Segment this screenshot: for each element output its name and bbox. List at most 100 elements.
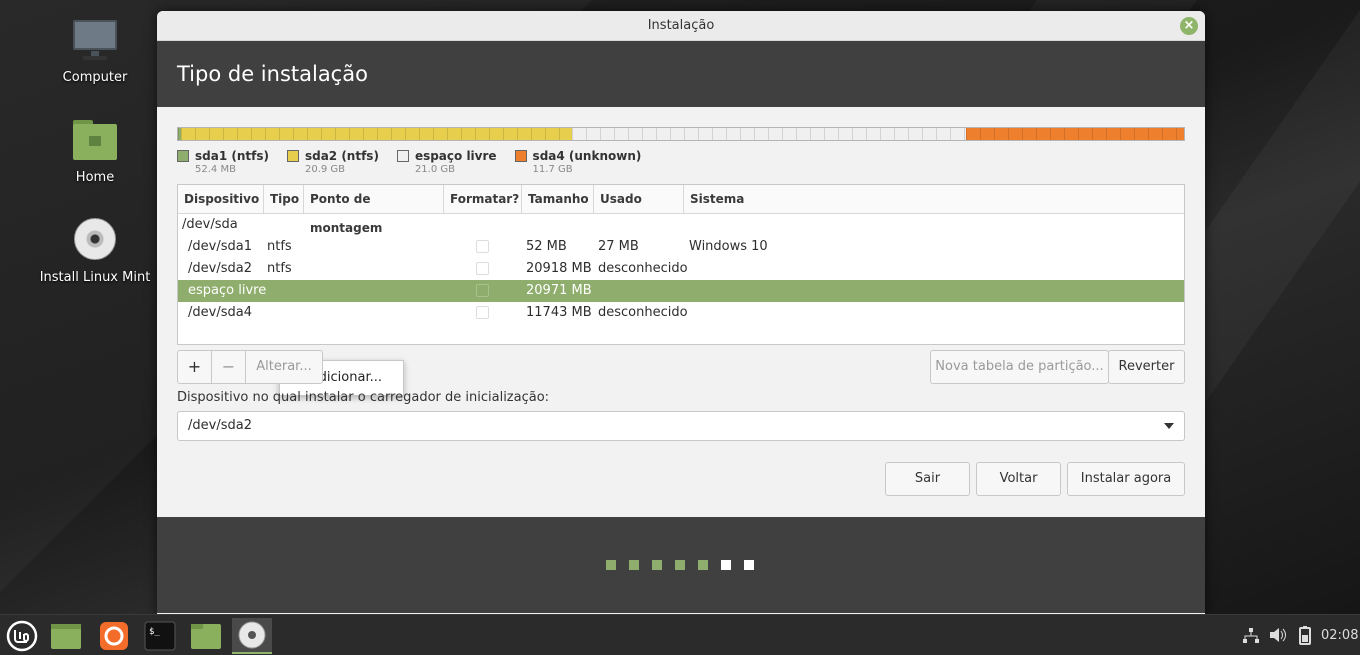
legend-item: espaço livre 21.0 GB bbox=[396, 149, 497, 175]
legend-name: sda2 (ntfs) bbox=[304, 149, 379, 163]
table-row[interactable]: /dev/sda2 ntfs 20918 MB desconhecido bbox=[178, 258, 1184, 280]
format-checkbox[interactable] bbox=[476, 240, 489, 253]
clock[interactable]: 02:08 bbox=[1321, 615, 1358, 655]
progress-dot bbox=[652, 560, 662, 570]
legend-item: sda2 (ntfs) 20.9 GB bbox=[286, 149, 379, 175]
cell-size: 20918 MB bbox=[526, 261, 592, 276]
folder-icon bbox=[191, 624, 221, 649]
cell-device: espaço livre bbox=[188, 283, 267, 298]
legend-swatch bbox=[396, 150, 409, 162]
taskbar-firefox[interactable] bbox=[94, 618, 134, 654]
cell-type: ntfs bbox=[267, 239, 292, 254]
cell-device: /dev/sda bbox=[182, 217, 238, 232]
legend-item: sda4 (unknown) 11.7 GB bbox=[514, 149, 642, 175]
quit-button[interactable]: Sair bbox=[885, 462, 970, 496]
add-partition-button[interactable]: + bbox=[178, 351, 212, 383]
cell-device: /dev/sda1 bbox=[188, 239, 252, 254]
partition-bar bbox=[177, 127, 1185, 141]
progress-dot bbox=[698, 560, 708, 570]
column-header[interactable]: Tipo bbox=[264, 185, 304, 213]
legend-name: sda4 (unknown) bbox=[532, 149, 642, 163]
table-header: Dispositivo Tipo Ponto de montagem Forma… bbox=[178, 185, 1184, 235]
partition-actions: + − Alterar... bbox=[177, 350, 323, 384]
column-header[interactable]: Tamanho bbox=[522, 185, 594, 213]
progress-dots bbox=[606, 560, 767, 570]
chevron-down-icon bbox=[1164, 423, 1174, 429]
footer bbox=[157, 517, 1205, 613]
remove-partition-button[interactable]: − bbox=[212, 351, 246, 383]
taskbar-files[interactable] bbox=[46, 618, 86, 654]
menu-button[interactable] bbox=[2, 618, 42, 654]
firefox-icon bbox=[100, 622, 128, 650]
taskbar-installer[interactable] bbox=[232, 618, 272, 654]
volume-icon[interactable] bbox=[1268, 615, 1288, 655]
desktop-icon-home[interactable]: Home bbox=[35, 118, 155, 185]
legend-swatch bbox=[177, 150, 189, 162]
partition-segment bbox=[966, 128, 1184, 140]
bootloader-selected-value: /dev/sda2 bbox=[188, 418, 252, 433]
install-now-button[interactable]: Instalar agora bbox=[1067, 462, 1185, 496]
svg-text:$_: $_ bbox=[149, 627, 160, 637]
format-checkbox[interactable] bbox=[476, 306, 489, 319]
legend-size: 21.0 GB bbox=[414, 164, 455, 175]
battery-icon[interactable] bbox=[1296, 615, 1314, 655]
column-header[interactable]: Ponto de montagem bbox=[304, 185, 444, 235]
table-row[interactable]: /dev/sda1 ntfs 52 MB 27 MB Windows 10 bbox=[178, 236, 1184, 258]
partition-segment bbox=[572, 128, 967, 140]
bootloader-select[interactable]: /dev/sda2 bbox=[177, 411, 1185, 441]
cell-device: /dev/sda2 bbox=[188, 261, 252, 276]
legend-swatch bbox=[514, 150, 527, 162]
back-button[interactable]: Voltar bbox=[976, 462, 1061, 496]
network-icon[interactable] bbox=[1242, 615, 1260, 655]
table-row-selected[interactable]: espaço livre 20971 MB bbox=[178, 280, 1184, 302]
taskbar: $_ 02:08 bbox=[0, 614, 1360, 655]
partition-legend: sda1 (ntfs) 52.4 MB sda2 (ntfs) 20.9 GB espa… bbox=[177, 149, 659, 175]
cell-size: 20971 MB bbox=[526, 283, 592, 298]
content-area: sda1 (ntfs) 52.4 MB sda2 (ntfs) 20.9 GB espa… bbox=[157, 107, 1205, 517]
installer-disc-icon bbox=[238, 621, 266, 649]
column-header[interactable]: Formatar? bbox=[444, 185, 522, 213]
change-partition-button[interactable]: Alterar... bbox=[246, 351, 322, 383]
computer-icon bbox=[71, 18, 119, 62]
new-partition-table-button[interactable]: Nova tabela de partição... bbox=[930, 350, 1109, 384]
table-row[interactable]: /dev/sda bbox=[178, 214, 1184, 236]
format-checkbox[interactable] bbox=[476, 262, 489, 275]
close-icon: × bbox=[1183, 18, 1195, 33]
cell-type: ntfs bbox=[267, 261, 292, 276]
cell-used: desconhecido bbox=[598, 305, 688, 320]
cell-used: desconhecido bbox=[598, 261, 688, 276]
desktop-icon-install[interactable]: Install Linux Mint bbox=[35, 218, 155, 285]
titlebar: Instalação × bbox=[157, 11, 1205, 41]
legend-name: sda1 (ntfs) bbox=[195, 149, 269, 163]
files-icon bbox=[51, 624, 81, 649]
taskbar-folder[interactable] bbox=[186, 618, 226, 654]
menu-icon bbox=[6, 620, 38, 652]
cell-system: Windows 10 bbox=[689, 239, 768, 254]
desktop-icon-label: Install Linux Mint bbox=[39, 270, 151, 285]
legend-swatch bbox=[286, 150, 299, 162]
revert-button[interactable]: Reverter bbox=[1108, 350, 1185, 384]
progress-dot bbox=[721, 560, 731, 570]
bootloader-label: Dispositivo no qual instalar o carregado… bbox=[177, 390, 550, 405]
format-checkbox[interactable] bbox=[476, 284, 489, 297]
progress-dot bbox=[675, 560, 685, 570]
table-row[interactable]: /dev/sda4 11743 MB desconhecido bbox=[178, 302, 1184, 324]
window-title: Instalação bbox=[647, 18, 715, 33]
column-header[interactable]: Usado bbox=[594, 185, 684, 213]
desktop-icon-computer[interactable]: Computer bbox=[35, 18, 155, 85]
close-button[interactable]: × bbox=[1180, 17, 1198, 35]
desktop-icon-label: Home bbox=[75, 170, 115, 185]
taskbar-terminal[interactable]: $_ bbox=[140, 618, 180, 654]
legend-size: 11.7 GB bbox=[532, 164, 573, 175]
progress-dot bbox=[629, 560, 639, 570]
column-header[interactable]: Dispositivo bbox=[178, 185, 264, 213]
column-header[interactable]: Sistema bbox=[684, 185, 1182, 213]
desktop-icon-label: Computer bbox=[62, 70, 128, 85]
cell-device: /dev/sda4 bbox=[188, 305, 252, 320]
legend-item: sda1 (ntfs) 52.4 MB bbox=[177, 149, 269, 175]
legend-size: 20.9 GB bbox=[304, 164, 346, 175]
partition-segment bbox=[180, 128, 573, 140]
disc-icon bbox=[71, 218, 119, 262]
progress-dot bbox=[744, 560, 754, 570]
cell-size: 52 MB bbox=[526, 239, 567, 254]
